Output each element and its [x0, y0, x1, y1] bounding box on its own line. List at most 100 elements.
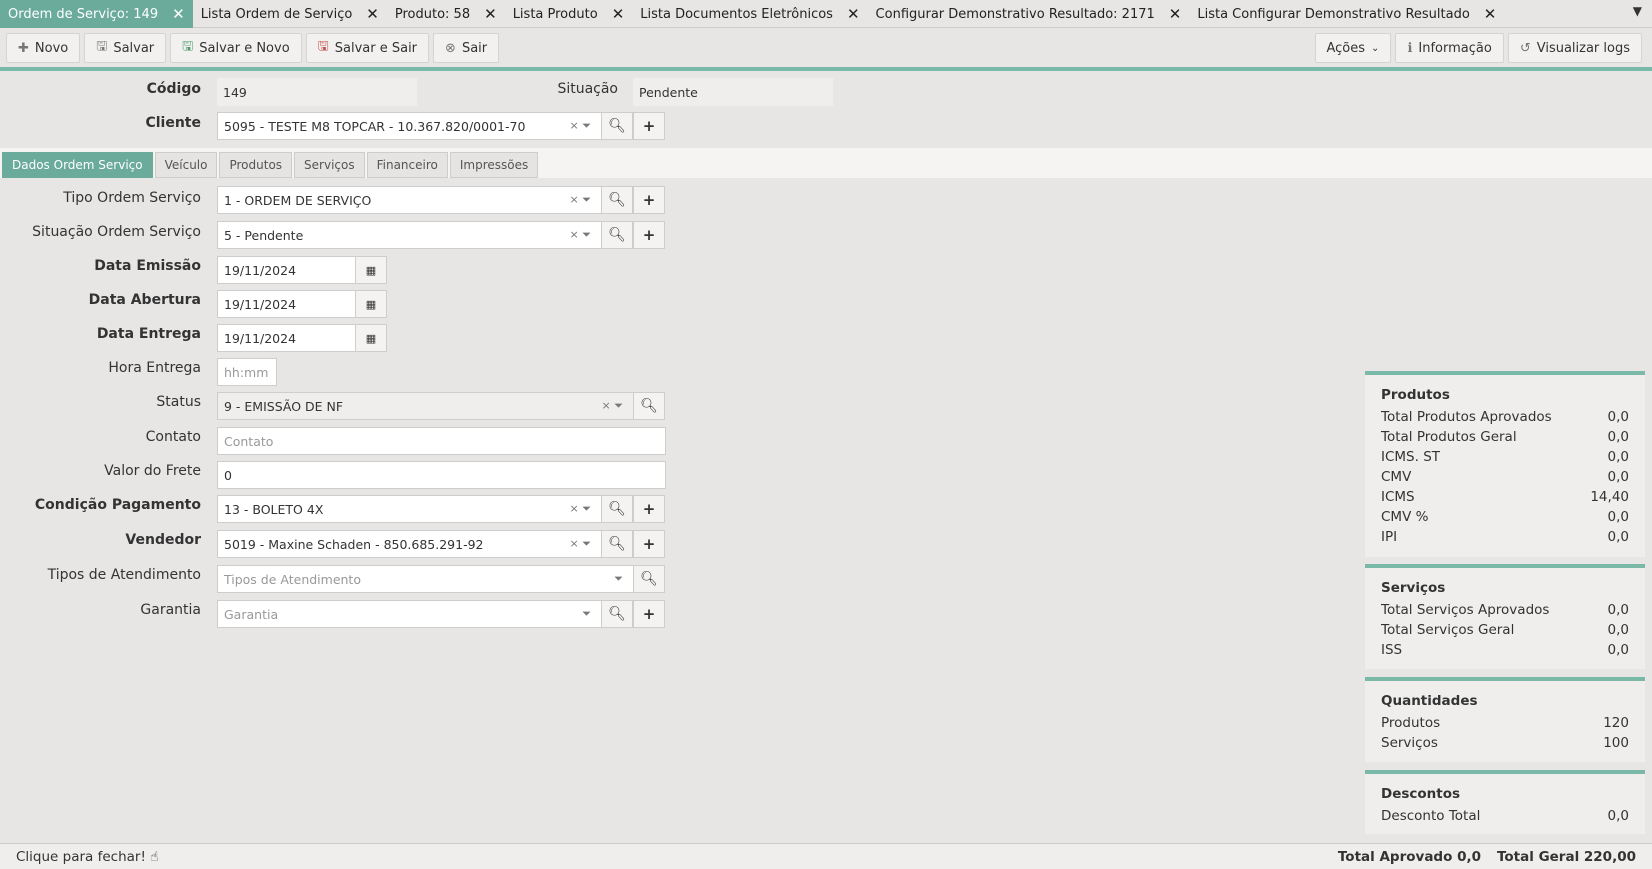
search-icon: 🔍︎: [608, 606, 626, 622]
tab-label: Produto: 58: [394, 6, 471, 22]
tab-ordem-servico-149[interactable]: Ordem de Serviço: 149 ✕: [0, 0, 193, 28]
servicos-summary-panel: Serviços Total Serviços Aprovados 0,0 Tot…: [1365, 564, 1645, 669]
cond-pagamento-add-button[interactable]: +: [633, 495, 665, 523]
close-icon[interactable]: ✕: [172, 5, 185, 23]
situacao-os-label: Situação Ordem Serviço: [32, 224, 201, 240]
close-hint-link[interactable]: Clique para fechar! ☝: [16, 849, 158, 865]
data-entrega-calendar-button[interactable]: ▦: [355, 324, 387, 352]
informacao-button[interactable]: ℹ Informação: [1395, 33, 1504, 63]
tipo-os-add-button[interactable]: +: [633, 186, 665, 214]
salvar-e-novo-button[interactable]: 🖫 Salvar e Novo: [170, 33, 302, 63]
data-emissao-label: Data Emissão: [94, 258, 201, 274]
tab-dados-ordem-servico[interactable]: Dados Ordem Serviço: [2, 152, 153, 178]
hora-entrega-input[interactable]: hh:mm: [217, 358, 277, 386]
status-value: 9 - EMISSÃO DE NF: [224, 398, 344, 414]
garantia-add-button[interactable]: +: [633, 600, 665, 628]
tipo-os-select[interactable]: 1 - ORDEM DE SERVIÇO × ⏷: [217, 186, 602, 214]
calendar-icon: ▦: [365, 263, 377, 277]
tab-lista-documentos-eletronicos[interactable]: Lista Documentos Eletrônicos ✕: [632, 0, 867, 28]
save-new-icon: 🖫: [182, 39, 194, 54]
data-entrega-input[interactable]: 19/11/2024: [217, 324, 356, 352]
row-value: 0,0: [1607, 622, 1629, 638]
row-value: 100: [1603, 735, 1629, 751]
novo-button[interactable]: ✚ Novo: [6, 33, 81, 63]
cond-pagamento-label: Condição Pagamento: [34, 497, 201, 513]
garantia-select[interactable]: Garantia ⏷: [217, 600, 602, 628]
tipos-atendimento-placeholder: Tipos de Atendimento: [224, 571, 361, 587]
tipos-atendimento-search-button[interactable]: 🔍︎: [633, 565, 665, 593]
plus-icon: +: [642, 500, 656, 518]
situacao-value: Pendente: [639, 84, 698, 100]
tab-servicos[interactable]: Serviços: [294, 152, 365, 178]
cond-pagamento-select[interactable]: 13 - BOLETO 4X × ⏷: [217, 495, 602, 523]
tab-produto-58[interactable]: Produto: 58 ✕: [387, 0, 505, 28]
visualizar-logs-button[interactable]: ↺ Visualizar logs: [1507, 33, 1642, 63]
search-icon: 🔍︎: [608, 501, 626, 517]
data-abertura-calendar-button[interactable]: ▦: [355, 290, 387, 318]
data-emissao-input[interactable]: 19/11/2024: [217, 256, 356, 284]
cond-pagamento-search-button[interactable]: 🔍︎: [601, 495, 633, 523]
salvar-button[interactable]: 🖫 Salvar: [84, 33, 167, 63]
vendedor-search-button[interactable]: 🔍︎: [601, 530, 633, 558]
close-icon[interactable]: ✕: [1484, 5, 1497, 23]
clear-dropdown-icon[interactable]: × ⏷: [569, 537, 591, 551]
situacao-os-add-button[interactable]: +: [633, 221, 665, 249]
clear-dropdown-icon[interactable]: × ⏷: [601, 399, 623, 413]
close-icon[interactable]: ✕: [612, 5, 625, 23]
close-icon[interactable]: ✕: [847, 5, 860, 23]
status-search-button[interactable]: 🔍︎: [633, 392, 665, 420]
valor-frete-input[interactable]: 0: [217, 461, 666, 489]
row-label: Desconto Total: [1381, 808, 1481, 824]
tab-produtos[interactable]: Produtos: [219, 152, 293, 178]
summary-row: Total Produtos Geral 0,0: [1381, 427, 1629, 447]
informacao-label: Informação: [1418, 40, 1492, 56]
clear-dropdown-icon[interactable]: × ⏷: [569, 119, 591, 133]
garantia-search-button[interactable]: 🔍︎: [601, 600, 633, 628]
descontos-summary-panel: Descontos Desconto Total 0,0: [1365, 770, 1645, 834]
data-abertura-input[interactable]: 19/11/2024: [217, 290, 356, 318]
tab-veiculo[interactable]: Veículo: [154, 152, 218, 178]
contato-input[interactable]: Contato: [217, 427, 666, 455]
dropdown-icon[interactable]: ⏷: [582, 607, 591, 621]
tipos-atendimento-select[interactable]: Tipos de Atendimento ⏷: [217, 565, 634, 593]
salvar-e-sair-label: Salvar e Sair: [334, 40, 418, 56]
search-icon: 🔍︎: [640, 571, 658, 587]
sair-label: Sair: [461, 40, 488, 56]
data-entrega-value: 19/11/2024: [224, 330, 297, 346]
summary-row: Total Serviços Geral 0,0: [1381, 620, 1629, 640]
tipo-os-search-button[interactable]: 🔍︎: [601, 186, 633, 214]
cliente-add-button[interactable]: +: [633, 112, 665, 140]
close-icon[interactable]: ✕: [1169, 5, 1182, 23]
vendedor-select[interactable]: 5019 - Maxine Schaden - 850.685.291-92 × …: [217, 530, 602, 558]
tab-configurar-demonstrativo[interactable]: Configurar Demonstrativo Resultado: 2171…: [868, 0, 1190, 28]
cliente-select[interactable]: 5095 - TESTE M8 TOPCAR - 10.367.820/0001…: [217, 112, 602, 140]
sair-button[interactable]: ⊗ Sair: [433, 33, 500, 63]
tab-impressoes[interactable]: Impressões: [449, 152, 539, 178]
status-select[interactable]: 9 - EMISSÃO DE NF × ⏷: [217, 392, 634, 420]
clear-dropdown-icon[interactable]: × ⏷: [569, 228, 591, 242]
clear-dropdown-icon[interactable]: × ⏷: [569, 502, 591, 516]
exit-circle-icon: ⊗: [445, 40, 456, 56]
situacao-os-search-button[interactable]: 🔍︎: [601, 221, 633, 249]
tab-financeiro[interactable]: Financeiro: [366, 152, 448, 178]
situacao-os-select[interactable]: 5 - Pendente × ⏷: [217, 221, 602, 249]
tab-lista-produto[interactable]: Lista Produto ✕: [505, 0, 633, 28]
summary-row: CMV % 0,0: [1381, 507, 1629, 527]
close-icon[interactable]: ✕: [366, 5, 379, 23]
row-label: Serviços: [1381, 735, 1438, 751]
acoes-dropdown-button[interactable]: Ações ⌄: [1314, 33, 1392, 63]
close-icon[interactable]: ✕: [484, 5, 497, 23]
salvar-e-sair-button[interactable]: 🖫 Salvar e Sair: [305, 33, 430, 63]
vendedor-add-button[interactable]: +: [633, 530, 665, 558]
novo-label: Novo: [34, 40, 69, 56]
dropdown-icon[interactable]: ⏷: [614, 572, 623, 586]
tab-lista-configurar-demonstrativo[interactable]: Lista Configurar Demonstrativo Resultado…: [1189, 0, 1504, 28]
row-value: 120: [1603, 715, 1629, 731]
tab-list-dropdown-icon[interactable]: ▼: [1633, 4, 1642, 18]
tab-lista-ordem-servico[interactable]: Lista Ordem de Serviço ✕: [193, 0, 387, 28]
cliente-search-button[interactable]: 🔍︎: [601, 112, 633, 140]
clear-dropdown-icon[interactable]: × ⏷: [569, 193, 591, 207]
data-emissao-calendar-button[interactable]: ▦: [355, 256, 387, 284]
row-label: Total Produtos Geral: [1381, 429, 1517, 445]
row-label: IPI: [1381, 529, 1398, 545]
